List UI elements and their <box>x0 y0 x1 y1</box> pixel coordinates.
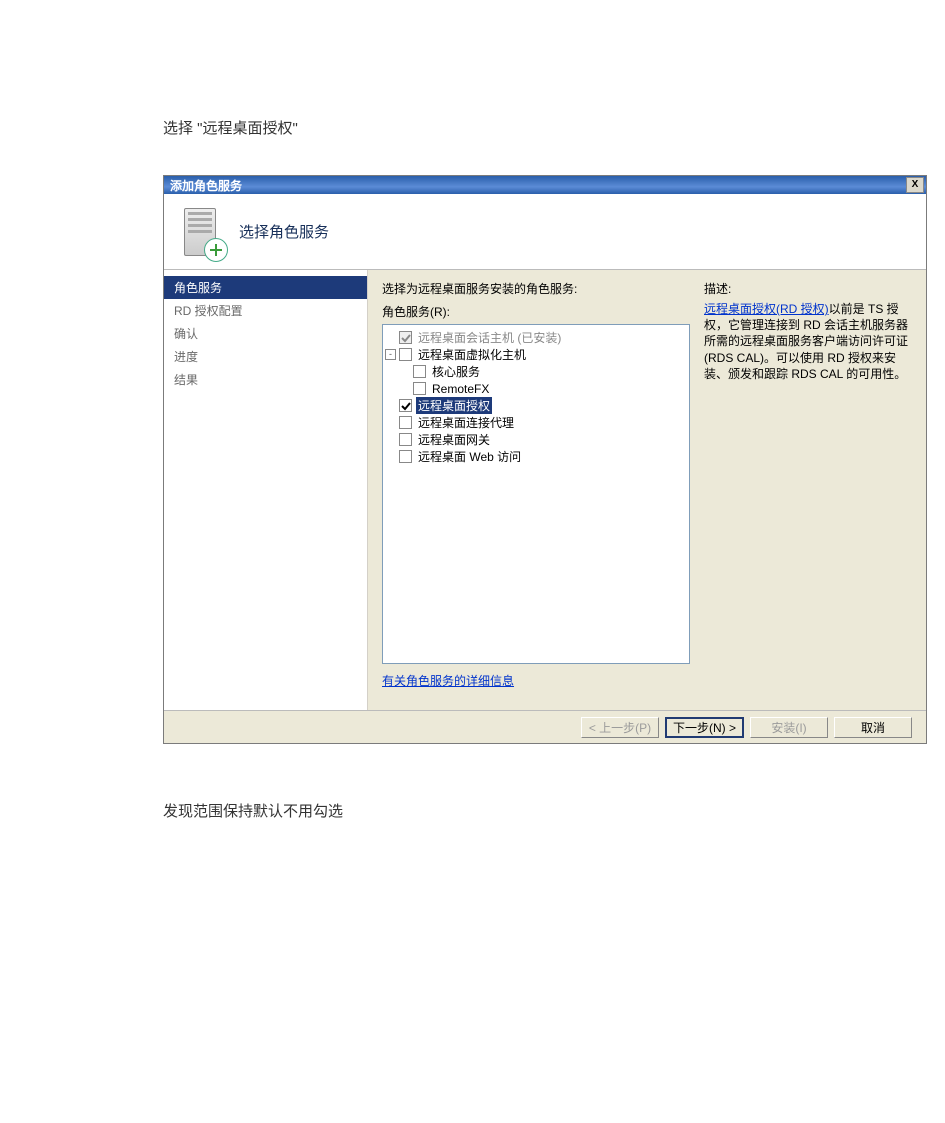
details-link[interactable]: 有关角色服务的详细信息 <box>382 674 514 688</box>
details-link-row: 有关角色服务的详细信息 <box>382 672 690 689</box>
checkbox-icon[interactable] <box>399 416 412 429</box>
tree-item-label: 远程桌面虚拟化主机 <box>416 346 528 363</box>
next-button[interactable]: 下一步(N) > <box>665 717 744 738</box>
previous-button[interactable]: < 上一步(P) <box>581 717 659 738</box>
sidebar-item-results[interactable]: 结果 <box>164 368 367 391</box>
doc-instruction-1: 选择 "远程桌面授权" <box>163 117 298 138</box>
checkbox-icon[interactable] <box>399 348 412 361</box>
checkbox-icon[interactable] <box>413 365 426 378</box>
tree-label: 角色服务(R): <box>382 303 690 320</box>
doc-instruction-2: 发现范围保持默认不用勾选 <box>163 800 343 821</box>
tree-item-label: RemoteFX <box>430 382 491 396</box>
tree-item-label: 核心服务 <box>430 363 482 380</box>
sidebar-item-rd-license-config[interactable]: RD 授权配置 <box>164 299 367 322</box>
wizard-window: 添加角色服务 X 选择角色服务 角色服务 RD 授权配置 确认 进度 结果 选择… <box>163 175 927 744</box>
checkbox-icon[interactable] <box>399 450 412 463</box>
instruction-text: 选择为远程桌面服务安装的角色服务: <box>382 280 690 297</box>
sidebar-item-confirm[interactable]: 确认 <box>164 322 367 345</box>
tree-item-label: 远程桌面网关 <box>416 431 492 448</box>
tree-item-label: 远程桌面连接代理 <box>416 414 516 431</box>
tree-item-label: 远程桌面 Web 访问 <box>416 448 523 465</box>
window-title: 添加角色服务 <box>170 177 242 194</box>
tree-item-core-services[interactable]: 核心服务 <box>385 363 687 380</box>
checkbox-icon[interactable] <box>399 433 412 446</box>
checkbox-icon[interactable] <box>413 382 426 395</box>
tree-item-rd-licensing[interactable]: 远程桌面授权 <box>385 397 687 414</box>
title-bar: 添加角色服务 X <box>164 176 926 194</box>
sidebar-item-role-services[interactable]: 角色服务 <box>164 276 367 299</box>
tree-item-connection-broker[interactable]: 远程桌面连接代理 <box>385 414 687 431</box>
tree-item-remotefx[interactable]: RemoteFX <box>385 380 687 397</box>
tree-item-label: 远程桌面会话主机 (已安装) <box>416 329 563 346</box>
tree-item-gateway[interactable]: 远程桌面网关 <box>385 431 687 448</box>
expander-minus-icon[interactable]: - <box>385 349 396 360</box>
wizard-body: 角色服务 RD 授权配置 确认 进度 结果 选择为远程桌面服务安装的角色服务: … <box>164 270 926 710</box>
role-services-tree[interactable]: 远程桌面会话主机 (已安装) - 远程桌面虚拟化主机 核心服务 <box>382 324 690 664</box>
checkbox-icon[interactable] <box>399 399 412 412</box>
tree-item-session-host: 远程桌面会话主机 (已安装) <box>385 329 687 346</box>
install-button[interactable]: 安装(I) <box>750 717 828 738</box>
wizard-content: 选择为远程桌面服务安装的角色服务: 角色服务(R): 远程桌面会话主机 (已安装… <box>368 270 926 710</box>
wizard-header: 选择角色服务 <box>164 194 926 270</box>
tree-item-web-access[interactable]: 远程桌面 Web 访问 <box>385 448 687 465</box>
wizard-header-title: 选择角色服务 <box>239 221 329 242</box>
wizard-footer: < 上一步(P) 下一步(N) > 安装(I) 取消 <box>164 710 926 743</box>
sidebar-item-progress[interactable]: 进度 <box>164 345 367 368</box>
description-text: 远程桌面授权(RD 授权)以前是 TS 授权，它管理连接到 RD 会话主机服务器… <box>704 301 912 382</box>
content-main-column: 选择为远程桌面服务安装的角色服务: 角色服务(R): 远程桌面会话主机 (已安装… <box>382 280 690 700</box>
wizard-sidebar: 角色服务 RD 授权配置 确认 进度 结果 <box>164 270 368 710</box>
checkbox-icon <box>399 331 412 344</box>
description-heading: 描述: <box>704 280 912 297</box>
cancel-button[interactable]: 取消 <box>834 717 912 738</box>
description-link[interactable]: 远程桌面授权(RD 授权) <box>704 302 829 316</box>
tree-item-virtualization-host[interactable]: - 远程桌面虚拟化主机 <box>385 346 687 363</box>
close-icon: X <box>912 180 919 190</box>
close-button[interactable]: X <box>906 177 924 193</box>
description-column: 描述: 远程桌面授权(RD 授权)以前是 TS 授权，它管理连接到 RD 会话主… <box>704 280 912 700</box>
tree-item-label: 远程桌面授权 <box>416 397 492 414</box>
server-plus-icon <box>182 206 224 258</box>
